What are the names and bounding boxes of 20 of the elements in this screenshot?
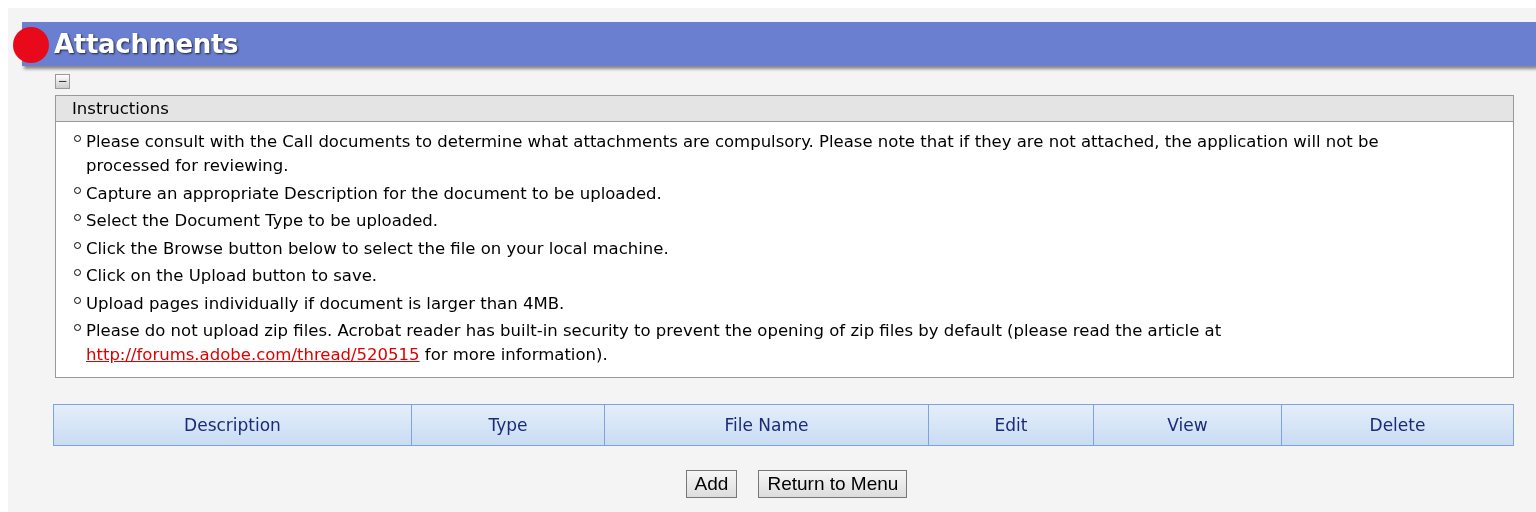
add-button[interactable]: Add (685, 469, 738, 498)
column-header: File Name (604, 404, 928, 445)
article-link[interactable]: http://forums.adobe.com/thread/520515 (86, 345, 420, 364)
instruction-text: Click the Browse button below to select the file on your local machine. (86, 237, 669, 260)
return-button[interactable]: Return to Menu (758, 469, 908, 498)
instruction-text: Please do not upload zip files. Acrobat reader has built-in security to prevent the opening of zip files by default (please read the article at http://forums.adobe.com/thread/520515 for more information). (86, 320, 1223, 366)
instruction-text: Click on the Upload button to save. (86, 265, 378, 287)
column-header: Delete (1281, 404, 1513, 445)
instruction-text: Please consult with the Call documents to determine what attachments are compulsory. Please note that if they are not attached, the application will not be processed for reviewing. (86, 131, 1380, 177)
marker-dot (13, 27, 49, 63)
panel-title: Instructions (72, 99, 169, 118)
instruction-text: Upload pages individually if document is larger than 4MB. (86, 292, 565, 315)
collapse-button[interactable]: − (55, 74, 70, 89)
column-header: Type (411, 404, 604, 445)
column-header: View (1093, 404, 1281, 445)
column-header: Description (54, 404, 411, 445)
page-title: Attachments (54, 29, 239, 59)
column-header: Edit (928, 404, 1093, 445)
instruction-text: Capture an appropriate Description for the document to be uploaded. (86, 182, 662, 205)
instruction-text: Select the Document Type to be uploaded. (86, 210, 439, 232)
